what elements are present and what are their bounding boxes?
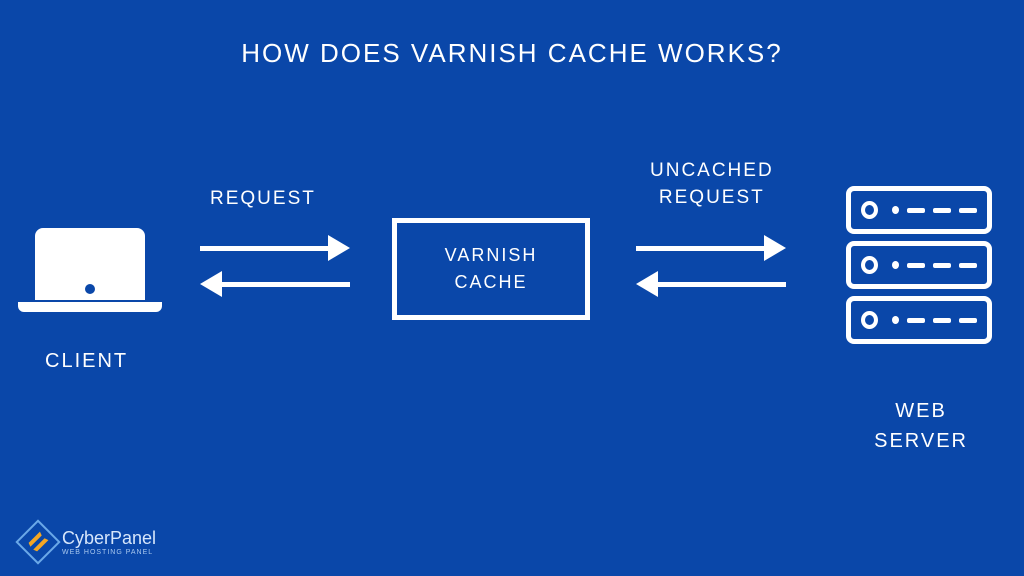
brand-tagline: WEB HOSTING PANEL	[62, 549, 156, 556]
diagram-canvas: CLIENT REQUEST VARNISH CACHE UNCACHED RE…	[0, 150, 1024, 490]
server-unit	[846, 241, 992, 289]
arrows-cache-server	[636, 230, 786, 302]
server-unit	[846, 186, 992, 234]
varnish-cache-box: VARNISH CACHE	[392, 218, 590, 320]
server-unit	[846, 296, 992, 344]
laptop-icon	[35, 228, 162, 312]
arrow-right-icon	[636, 230, 786, 266]
diagram-title: HOW DOES VARNISH CACHE WORKS?	[0, 0, 1024, 69]
arrows-client-cache	[200, 230, 350, 302]
varnish-cache-label: VARNISH CACHE	[445, 242, 538, 296]
server-stack-icon	[846, 186, 992, 351]
server-label: WEB SERVER	[874, 396, 968, 456]
uncached-request-label: UNCACHED REQUEST	[650, 158, 774, 211]
brand-logo-icon	[15, 519, 60, 564]
client-label: CLIENT	[45, 350, 128, 373]
arrow-left-icon	[636, 266, 786, 302]
brand-name: CyberPanel	[62, 528, 156, 549]
arrow-right-icon	[200, 230, 350, 266]
request-label: REQUEST	[210, 188, 316, 210]
arrow-left-icon	[200, 266, 350, 302]
brand-logo: CyberPanel WEB HOSTING PANEL	[22, 526, 156, 558]
